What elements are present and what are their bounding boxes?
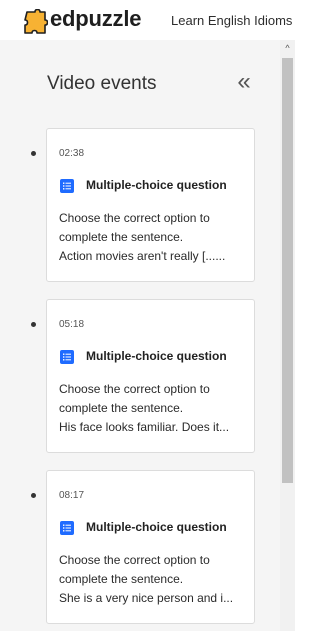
list-icon: [60, 350, 74, 364]
panel-title: Video events: [47, 73, 157, 94]
question-type: Multiple-choice question: [86, 349, 227, 363]
video-events-panel: Video events « 02:38 Multiple-choice que…: [0, 40, 280, 631]
double-chevron-left-icon: «: [237, 68, 251, 95]
bullet: [31, 493, 36, 498]
question-line: She is a very nice person and i...: [59, 591, 234, 605]
question-type: Multiple-choice question: [86, 520, 227, 534]
question-type: Multiple-choice question: [86, 178, 227, 192]
event-item: 05:18 Multiple-choice question Choose th…: [0, 299, 280, 470]
question-line: Choose the correct option to: [59, 382, 210, 396]
vertical-scrollbar[interactable]: ^: [280, 40, 295, 631]
video-title: Learn English Idioms w: [171, 13, 295, 28]
brand-name[interactable]: edpuzzle: [50, 6, 142, 32]
top-bar: edpuzzle Learn English Idioms w: [0, 0, 295, 40]
question-line: complete the sentence.: [59, 572, 184, 586]
event-timestamp: 05:18: [59, 319, 85, 330]
question-line: complete the sentence.: [59, 230, 184, 244]
bullet: [31, 322, 36, 327]
question-line: Choose the correct option to: [59, 553, 210, 567]
question-line: Action movies aren't really [......: [59, 249, 226, 263]
question-card[interactable]: 02:38 Multiple-choice question Choose th…: [46, 128, 255, 282]
question-line: Choose the correct option to: [59, 211, 210, 225]
scroll-up-arrow-icon[interactable]: ^: [280, 40, 295, 57]
question-text: Choose the correct option to complete th…: [59, 551, 249, 608]
question-card[interactable]: 05:18 Multiple-choice question Choose th…: [46, 299, 255, 453]
event-timestamp: 08:17: [59, 490, 85, 501]
event-list: 02:38 Multiple-choice question Choose th…: [0, 128, 280, 631]
collapse-panel-button[interactable]: «: [233, 70, 255, 96]
question-text: Choose the correct option to complete th…: [59, 380, 249, 437]
question-line: complete the sentence.: [59, 401, 184, 415]
event-item: 02:38 Multiple-choice question Choose th…: [0, 128, 280, 299]
scrollbar-thumb[interactable]: [282, 58, 293, 483]
event-timestamp: 02:38: [59, 148, 85, 159]
edpuzzle-logo-icon[interactable]: [22, 8, 49, 35]
event-item: 08:17 Multiple-choice question Choose th…: [0, 470, 280, 631]
bullet: [31, 151, 36, 156]
question-card[interactable]: 08:17 Multiple-choice question Choose th…: [46, 470, 255, 624]
question-text: Choose the correct option to complete th…: [59, 209, 249, 266]
list-icon: [60, 179, 74, 193]
list-icon: [60, 521, 74, 535]
question-line: His face looks familiar. Does it...: [59, 420, 230, 434]
